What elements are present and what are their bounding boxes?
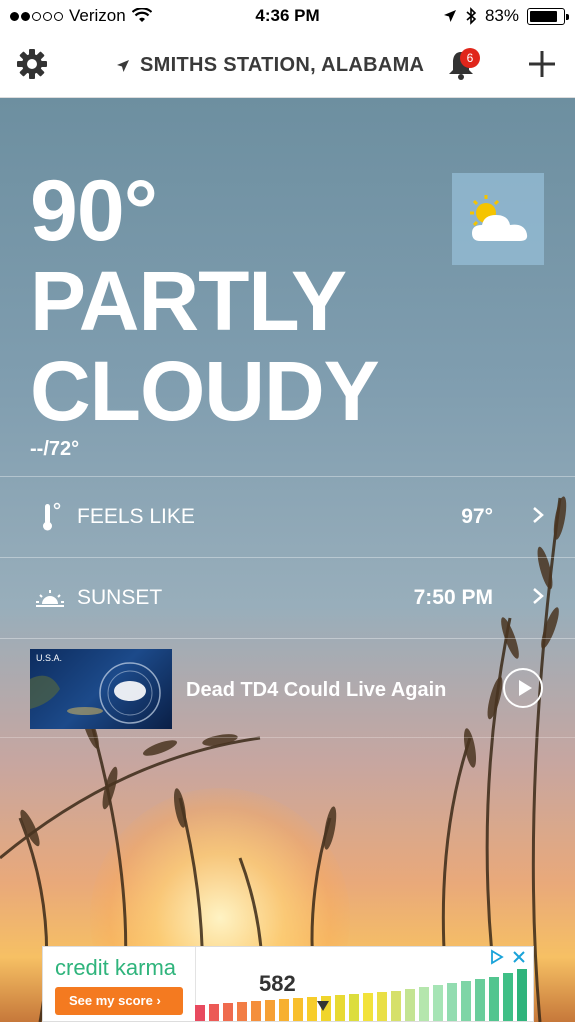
battery-icon [527,7,569,25]
chevron-right-icon [533,588,544,604]
play-icon[interactable] [502,667,544,709]
partly-cloudy-icon [470,195,528,241]
sunset-label: SUNSET [77,586,163,609]
close-ad-icon[interactable] [511,949,527,965]
main-panel: 90° PARTLY CLOUDY --/72° FEELS LIKE 97° [0,98,575,1022]
add-location-icon[interactable] [526,48,558,80]
ad-cta-label: See my score [69,993,153,1008]
condition-icon-tile [452,173,544,265]
sunset-icon [36,590,64,607]
ad-banner[interactable]: credit karma See my score › 582 [42,946,534,1022]
current-condition: PARTLY CLOUDY [30,254,380,438]
thumbnail-label: U.S.A. [36,653,63,663]
nav-bar: SMITHS STATION, ALABAMA 6 [0,34,575,98]
feels-like-value: 97° [461,505,493,528]
video-thumbnail[interactable]: U.S.A. [30,649,172,729]
bluetooth-icon [466,7,477,25]
status-right-group: 83% [443,6,569,26]
sunset-value: 7:50 PM [413,586,493,609]
location-name: SMITHS STATION, ALABAMA [140,54,425,76]
hi-lo-temperature: --/72° [30,438,80,460]
current-temperature: 90° [30,163,158,259]
credit-score-bars [195,969,527,1021]
chevron-right-icon: › [156,993,161,1008]
sunset-row[interactable]: SUNSET 7:50 PM [0,557,575,638]
video-title: Dead TD4 Could Live Again [186,679,447,701]
ad-choices-icon[interactable] [489,949,505,965]
notification-badge: 6 [460,48,480,68]
thermometer-icon [43,502,61,531]
feels-like-row[interactable]: FEELS LIKE 97° [0,476,575,557]
credit-score-value: 582 [259,971,296,996]
status-bar: Verizon 4:36 PM 83% [0,0,575,34]
feels-like-label: FEELS LIKE [77,505,195,528]
location-arrow-icon [443,10,456,22]
battery-percent: 83% [484,6,519,25]
location-selector[interactable]: SMITHS STATION, ALABAMA [116,54,424,77]
video-row[interactable]: U.S.A. Dead TD4 Could Live Again [0,638,575,738]
ad-cta-button[interactable]: See my score › [55,987,183,1015]
chevron-right-icon [533,507,544,523]
ad-brand: credit karma [55,955,177,980]
gear-icon[interactable] [16,48,48,80]
location-arrow-icon [117,59,129,72]
